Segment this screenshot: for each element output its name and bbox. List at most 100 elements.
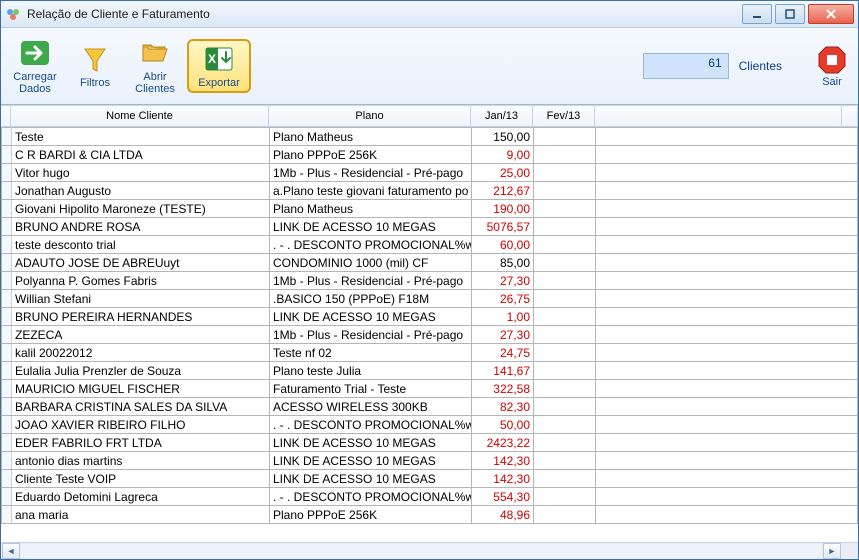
- table-row[interactable]: Polyanna P. Gomes Fabris1Mb - Plus - Res…: [2, 272, 858, 290]
- cell-plano[interactable]: Plano Matheus: [270, 128, 472, 146]
- cell-nome-cliente[interactable]: Polyanna P. Gomes Fabris: [12, 272, 270, 290]
- cell-jan13[interactable]: 25,00: [472, 164, 534, 182]
- table-row[interactable]: ADAUTO JOSE DE ABREUuytCONDOMINIO 1000 (…: [2, 254, 858, 272]
- cell-jan13[interactable]: 27,30: [472, 326, 534, 344]
- cell-fev13[interactable]: [534, 128, 596, 146]
- cell-plano[interactable]: CONDOMINIO 1000 (mil) CF: [270, 254, 472, 272]
- exportar-button[interactable]: X Exportar: [187, 39, 251, 93]
- table-row[interactable]: C R BARDI & CIA LTDAPlano PPPoE 256K9,00: [2, 146, 858, 164]
- cell-jan13[interactable]: 142,30: [472, 452, 534, 470]
- cell-fev13[interactable]: [534, 218, 596, 236]
- cell-nome-cliente[interactable]: JOAO XAVIER RIBEIRO FILHO: [12, 416, 270, 434]
- cell-plano[interactable]: ACESSO WIRELESS 300KB: [270, 398, 472, 416]
- carregar-dados-button[interactable]: Carregar Dados: [7, 33, 63, 99]
- scroll-left-button[interactable]: ◄: [2, 543, 20, 559]
- table-row[interactable]: TestePlano Matheus150,00: [2, 128, 858, 146]
- cell-nome-cliente[interactable]: Teste: [12, 128, 270, 146]
- cell-jan13[interactable]: 24,75: [472, 344, 534, 362]
- cell-plano[interactable]: Plano Matheus: [270, 200, 472, 218]
- cell-plano[interactable]: 1Mb - Plus - Residencial - Pré-pago: [270, 272, 472, 290]
- titlebar[interactable]: Relação de Cliente e Faturamento: [1, 1, 858, 28]
- cell-jan13[interactable]: 50,00: [472, 416, 534, 434]
- cell-nome-cliente[interactable]: ADAUTO JOSE DE ABREUuyt: [12, 254, 270, 272]
- cell-plano[interactable]: LINK DE ACESSO 10 MEGAS: [270, 218, 472, 236]
- table-row[interactable]: EDER FABRILO FRT LTDALINK DE ACESSO 10 M…: [2, 434, 858, 452]
- cell-plano[interactable]: . - . DESCONTO PROMOCIONAL%w: [270, 416, 472, 434]
- table-row[interactable]: BRUNO PEREIRA HERNANDESLINK DE ACESSO 10…: [2, 308, 858, 326]
- cell-nome-cliente[interactable]: Jonathan Augusto: [12, 182, 270, 200]
- cell-jan13[interactable]: 5076,57: [472, 218, 534, 236]
- cell-fev13[interactable]: [534, 380, 596, 398]
- horizontal-scrollbar[interactable]: ◄ ►: [1, 542, 858, 559]
- sair-button[interactable]: Sair: [816, 44, 848, 88]
- cell-plano[interactable]: Teste nf 02: [270, 344, 472, 362]
- cell-fev13[interactable]: [534, 146, 596, 164]
- cell-fev13[interactable]: [534, 290, 596, 308]
- cell-plano[interactable]: .BASICO 150 (PPPoE) F18M: [270, 290, 472, 308]
- cell-nome-cliente[interactable]: antonio dias martins: [12, 452, 270, 470]
- cell-nome-cliente[interactable]: ZEZECA: [12, 326, 270, 344]
- cell-jan13[interactable]: 82,30: [472, 398, 534, 416]
- cell-jan13[interactable]: 141,67: [472, 362, 534, 380]
- cell-plano[interactable]: Plano PPPoE 256K: [270, 146, 472, 164]
- cell-fev13[interactable]: [534, 416, 596, 434]
- cell-plano[interactable]: LINK DE ACESSO 10 MEGAS: [270, 452, 472, 470]
- cell-jan13[interactable]: 26,75: [472, 290, 534, 308]
- minimize-button[interactable]: [742, 4, 772, 24]
- cell-fev13[interactable]: [534, 344, 596, 362]
- cell-fev13[interactable]: [534, 254, 596, 272]
- cell-fev13[interactable]: [534, 488, 596, 506]
- cell-plano[interactable]: . - . DESCONTO PROMOCIONAL%w: [270, 488, 472, 506]
- cell-nome-cliente[interactable]: MAURICIO MIGUEL FISCHER: [12, 380, 270, 398]
- cell-jan13[interactable]: 190,00: [472, 200, 534, 218]
- cell-nome-cliente[interactable]: teste desconto trial: [12, 236, 270, 254]
- table-row[interactable]: antonio dias martinsLINK DE ACESSO 10 ME…: [2, 452, 858, 470]
- cell-jan13[interactable]: 2423,22: [472, 434, 534, 452]
- scroll-right-button[interactable]: ►: [823, 543, 841, 559]
- cell-nome-cliente[interactable]: BRUNO PEREIRA HERNANDES: [12, 308, 270, 326]
- cell-jan13[interactable]: 212,67: [472, 182, 534, 200]
- table-row[interactable]: JOAO XAVIER RIBEIRO FILHO. - . DESCONTO …: [2, 416, 858, 434]
- table-row[interactable]: teste desconto trial. - . DESCONTO PROMO…: [2, 236, 858, 254]
- table-row[interactable]: ana mariaPlano PPPoE 256K48,96: [2, 506, 858, 524]
- cell-fev13[interactable]: [534, 470, 596, 488]
- cell-jan13[interactable]: 142,30: [472, 470, 534, 488]
- table-row[interactable]: Eduardo Detomini Lagreca. - . DESCONTO P…: [2, 488, 858, 506]
- column-nome-cliente[interactable]: Nome Cliente: [11, 106, 269, 126]
- cell-nome-cliente[interactable]: Eulalia Julia Prenzler de Souza: [12, 362, 270, 380]
- table-row[interactable]: Eulalia Julia Prenzler de SouzaPlano tes…: [2, 362, 858, 380]
- cell-nome-cliente[interactable]: Eduardo Detomini Lagreca: [12, 488, 270, 506]
- filtros-button[interactable]: Filtros: [67, 39, 123, 93]
- column-fev13[interactable]: Fev/13: [533, 106, 595, 126]
- table-row[interactable]: Jonathan Augustoa.Plano teste giovani fa…: [2, 182, 858, 200]
- h-scroll-track[interactable]: [21, 544, 822, 558]
- cell-nome-cliente[interactable]: EDER FABRILO FRT LTDA: [12, 434, 270, 452]
- grid-body-scroll[interactable]: TestePlano Matheus150,00C R BARDI & CIA …: [1, 127, 858, 542]
- cell-nome-cliente[interactable]: ana maria: [12, 506, 270, 524]
- cell-plano[interactable]: Plano teste Julia: [270, 362, 472, 380]
- cell-fev13[interactable]: [534, 398, 596, 416]
- cell-nome-cliente[interactable]: Giovani Hipolito Maroneze (TESTE): [12, 200, 270, 218]
- table-row[interactable]: Giovani Hipolito Maroneze (TESTE)Plano M…: [2, 200, 858, 218]
- cell-nome-cliente[interactable]: Willian Stefani: [12, 290, 270, 308]
- cell-fev13[interactable]: [534, 362, 596, 380]
- cell-fev13[interactable]: [534, 200, 596, 218]
- cell-fev13[interactable]: [534, 326, 596, 344]
- cell-jan13[interactable]: 60,00: [472, 236, 534, 254]
- table-row[interactable]: kalil 20022012Teste nf 0224,75: [2, 344, 858, 362]
- cell-plano[interactable]: Plano PPPoE 256K: [270, 506, 472, 524]
- cell-plano[interactable]: LINK DE ACESSO 10 MEGAS: [270, 308, 472, 326]
- table-row[interactable]: Cliente Teste VOIPLINK DE ACESSO 10 MEGA…: [2, 470, 858, 488]
- cell-jan13[interactable]: 27,30: [472, 272, 534, 290]
- cell-jan13[interactable]: 48,96: [472, 506, 534, 524]
- cell-nome-cliente[interactable]: kalil 20022012: [12, 344, 270, 362]
- cell-nome-cliente[interactable]: Vitor hugo: [12, 164, 270, 182]
- cell-jan13[interactable]: 150,00: [472, 128, 534, 146]
- close-button[interactable]: [808, 4, 854, 24]
- table-row[interactable]: ZEZECA1Mb - Plus - Residencial - Pré-pag…: [2, 326, 858, 344]
- table-row[interactable]: MAURICIO MIGUEL FISCHERFaturamento Trial…: [2, 380, 858, 398]
- column-plano[interactable]: Plano: [269, 106, 471, 126]
- cell-nome-cliente[interactable]: Cliente Teste VOIP: [12, 470, 270, 488]
- abrir-clientes-button[interactable]: Abrir Clientes: [127, 33, 183, 99]
- cell-plano[interactable]: LINK DE ACESSO 10 MEGAS: [270, 470, 472, 488]
